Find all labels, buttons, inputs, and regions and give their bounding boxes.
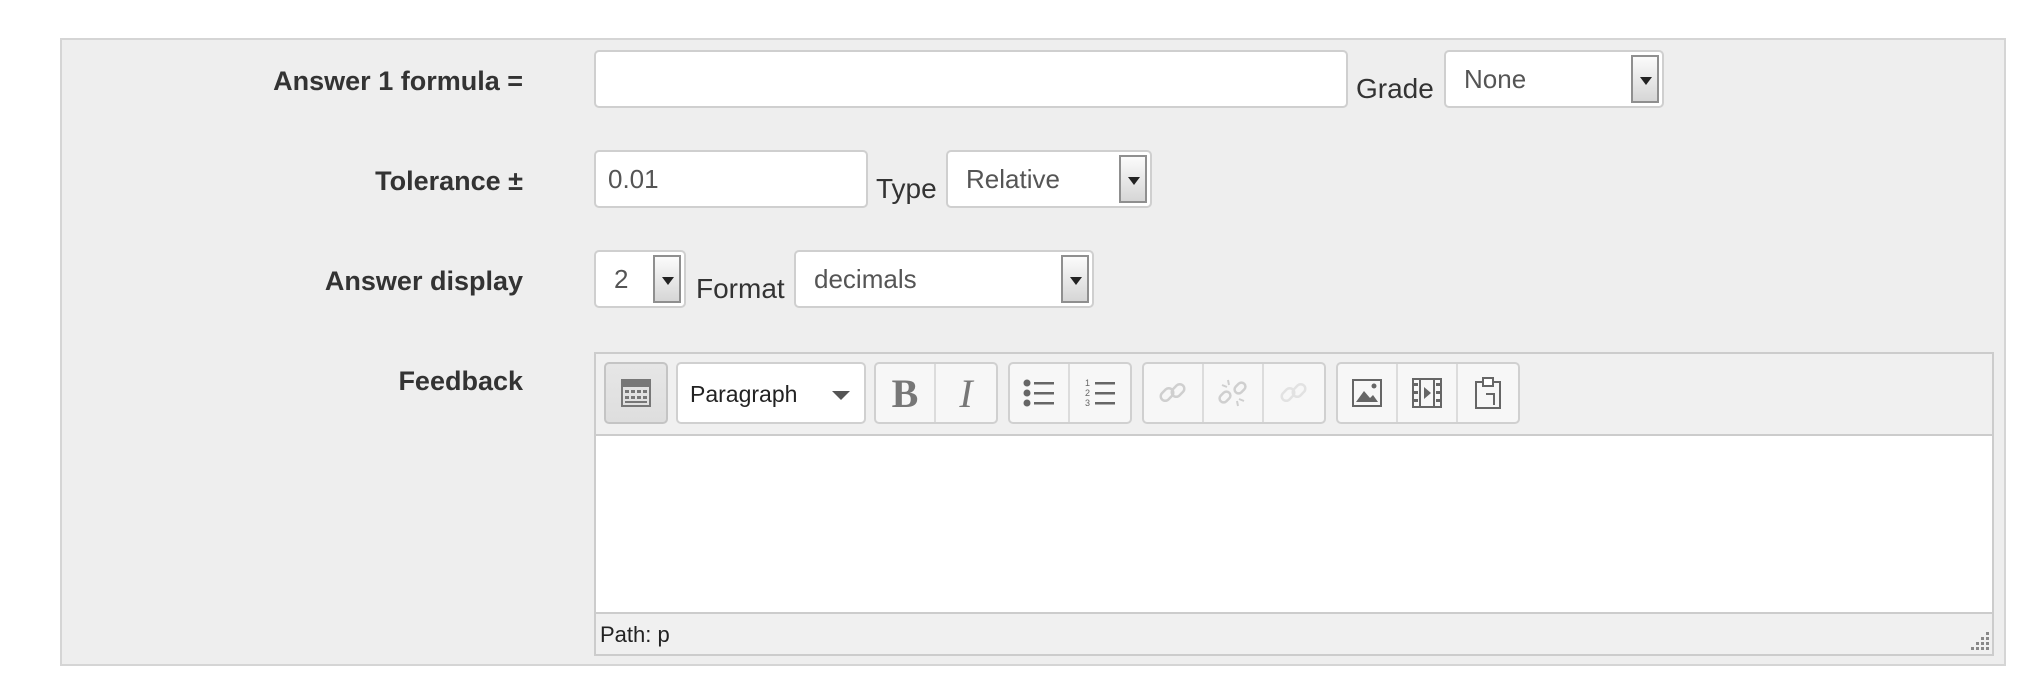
paste-icon xyxy=(1475,377,1501,409)
unlink-button[interactable] xyxy=(1204,364,1264,422)
chevron-down-icon xyxy=(832,391,850,400)
grade-label: Grade xyxy=(1356,73,1434,104)
type-label: Type xyxy=(876,173,937,204)
anchor-button[interactable] xyxy=(1264,364,1324,422)
svg-text:3: 3 xyxy=(1085,398,1090,408)
answer-formula-input[interactable] xyxy=(594,50,1348,108)
tolerance-label: Tolerance ± xyxy=(375,166,523,196)
link-button[interactable] xyxy=(1144,364,1204,422)
bold-button[interactable]: B xyxy=(876,364,936,422)
media-icon xyxy=(1412,378,1442,408)
block-format-value: Paragraph xyxy=(690,381,798,407)
link-icon xyxy=(1159,382,1186,403)
answer-panel: Answer 1 formula = Grade None Tolerance … xyxy=(60,38,2006,666)
list-group: 1 2 3 xyxy=(1008,362,1132,424)
tolerance-type-value: Relative xyxy=(966,164,1060,194)
block-format-select[interactable]: Paragraph xyxy=(676,362,866,424)
media-group xyxy=(1336,362,1520,424)
editor-toolbar: Paragraph B I 1 2 3 xyxy=(596,354,1992,436)
text-style-group: B I xyxy=(874,362,998,424)
toolbar-toggle-icon xyxy=(621,379,651,407)
italic-button[interactable]: I xyxy=(936,364,996,422)
element-path: Path: p xyxy=(600,622,670,647)
answer-display-select[interactable]: 2 xyxy=(594,250,686,308)
grade-select-value: None xyxy=(1464,64,1527,94)
image-icon xyxy=(1352,379,1382,407)
answer-display-value: 2 xyxy=(614,264,629,294)
feedback-editor: Paragraph B I 1 2 3 Path: p xyxy=(594,352,1994,656)
unordered-list-button[interactable] xyxy=(1010,364,1070,422)
answer-format-value: decimals xyxy=(814,264,917,294)
toolbar-toggle-button[interactable] xyxy=(604,362,668,424)
ordered-list-icon: 1 2 3 xyxy=(1085,378,1115,408)
image-button[interactable] xyxy=(1338,364,1398,422)
feedback-content-area[interactable] xyxy=(596,436,1992,612)
link-group xyxy=(1142,362,1326,424)
answer-display-label: Answer display xyxy=(324,266,523,296)
format-label: Format xyxy=(696,273,785,304)
chevron-down-icon[interactable] xyxy=(1631,55,1659,103)
resize-handle-icon[interactable] xyxy=(1968,630,1990,652)
unordered-list-icon xyxy=(1023,379,1054,407)
answer-formula-label: Answer 1 formula = xyxy=(273,66,523,96)
anchor-icon xyxy=(1280,382,1307,403)
tolerance-type-select[interactable]: Relative xyxy=(946,150,1152,208)
tolerance-input[interactable]: 0.01 xyxy=(594,150,868,208)
svg-text:1: 1 xyxy=(1085,378,1090,388)
unlink-icon xyxy=(1218,379,1247,407)
feedback-label: Feedback xyxy=(398,366,523,396)
answer-format-select[interactable]: decimals xyxy=(794,250,1094,308)
svg-text:2: 2 xyxy=(1085,388,1090,398)
editor-statusbar: Path: p xyxy=(596,612,1992,654)
chevron-down-icon[interactable] xyxy=(1061,255,1089,303)
grade-select[interactable]: None xyxy=(1444,50,1664,108)
paste-button[interactable] xyxy=(1458,364,1518,422)
chevron-down-icon[interactable] xyxy=(653,255,681,303)
ordered-list-button[interactable]: 1 2 3 xyxy=(1070,364,1130,422)
chevron-down-icon[interactable] xyxy=(1119,155,1147,203)
media-button[interactable] xyxy=(1398,364,1458,422)
